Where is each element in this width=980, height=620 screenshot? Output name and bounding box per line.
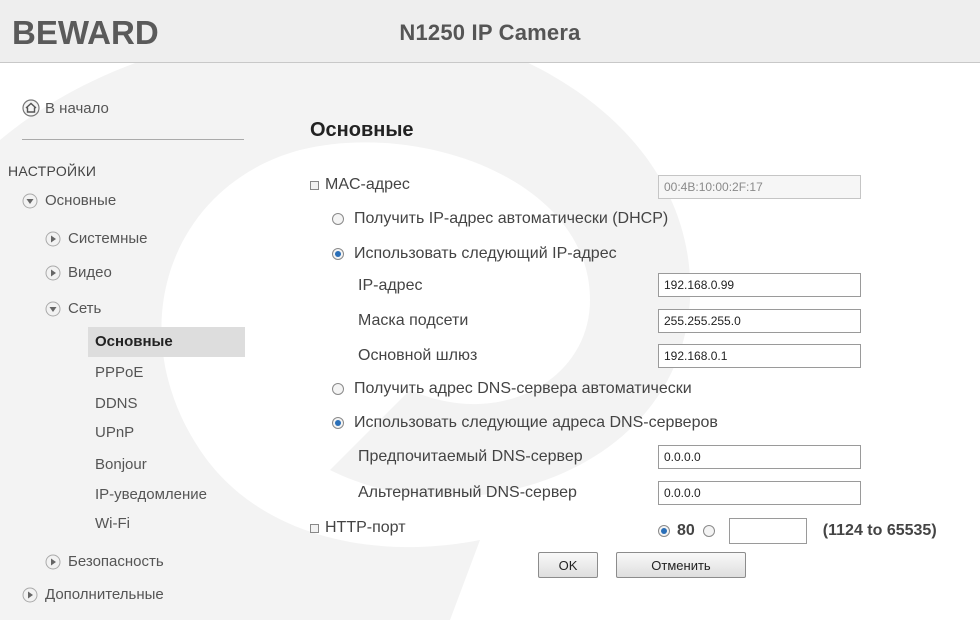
subnet-mask-label: Маска подсети	[358, 312, 469, 329]
http-port-default-radio[interactable]	[658, 525, 670, 537]
http-port-label: HTTP-порт	[325, 519, 406, 536]
dns-manual-label: Использовать следующие адреса DNS-сервер…	[354, 414, 718, 431]
sidebar-subitem-bonjour[interactable]: Bonjour	[88, 450, 245, 480]
cancel-button[interactable]: Отменить	[616, 552, 746, 578]
sidebar-item-system[interactable]: Системные	[45, 230, 147, 247]
gateway-field[interactable]	[658, 344, 861, 368]
sidebar-section-title: НАСТРОЙКИ	[8, 163, 97, 179]
sidebar-subitem-pppoe[interactable]: PPPoE	[88, 358, 245, 388]
square-bullet-icon	[310, 523, 319, 533]
static-ip-radio[interactable]	[332, 248, 344, 260]
home-label: В начало	[45, 99, 109, 117]
dns1-label: Предпочитаемый DNS-сервер	[358, 448, 583, 465]
dns-manual-radio-option[interactable]: Использовать следующие адреса DNS-сервер…	[332, 414, 718, 432]
mac-address-field	[658, 175, 861, 199]
sidebar-item-system-label: Системные	[68, 230, 148, 247]
dns-auto-radio[interactable]	[332, 383, 344, 395]
chevron-down-icon	[45, 301, 61, 316]
dhcp-label: Получить IP-адрес автоматически (DHCP)	[354, 210, 669, 227]
sidebar-group-basic[interactable]: Основные	[22, 192, 116, 209]
chevron-right-icon	[45, 231, 61, 246]
header-bar: BEWARD N1250 IP Camera	[0, 0, 980, 63]
sidebar-subitem-ddns[interactable]: DDNS	[88, 389, 245, 419]
dns-manual-radio[interactable]	[332, 417, 344, 429]
ip-address-label: IP-адрес	[358, 277, 423, 294]
main-panel: Основные MAC-адрес Получить IP-адрес авт…	[250, 64, 980, 620]
chevron-down-icon	[22, 193, 38, 208]
dns2-field[interactable]	[658, 481, 861, 505]
ok-button[interactable]: OK	[538, 552, 598, 578]
dns1-field[interactable]	[658, 445, 861, 469]
mac-label: MAC-адрес	[325, 176, 410, 193]
dns-auto-label: Получить адрес DNS-сервера автоматически	[354, 380, 692, 397]
http-port-label-row: HTTP-порт	[310, 519, 406, 537]
chevron-right-icon	[45, 265, 61, 280]
sidebar-item-network[interactable]: Сеть	[45, 300, 101, 317]
dhcp-radio[interactable]	[332, 213, 344, 225]
subnet-mask-field[interactable]	[658, 309, 861, 333]
ip-address-field[interactable]	[658, 273, 861, 297]
http-port-default-value: 80	[677, 522, 695, 539]
static-ip-label: Использовать следующий IP-адрес	[354, 245, 617, 262]
http-port-custom-radio[interactable]	[702, 525, 715, 537]
sidebar-subitem-wifi[interactable]: Wi-Fi	[88, 509, 245, 539]
chevron-right-icon	[45, 554, 61, 569]
sidebar-divider	[22, 139, 244, 140]
static-ip-radio-option[interactable]: Использовать следующий IP-адрес	[332, 245, 617, 263]
sidebar-item-video-label: Видео	[68, 264, 112, 281]
sidebar-subitem-upnp[interactable]: UPnP	[88, 418, 245, 448]
home-icon	[22, 99, 40, 117]
dhcp-radio-option[interactable]: Получить IP-адрес автоматически (DHCP)	[332, 210, 668, 228]
sidebar: В начало НАСТРОЙКИ Основные Системные Ви…	[0, 64, 250, 620]
dns2-label: Альтернативный DNS-сервер	[358, 484, 577, 501]
chevron-right-icon	[22, 587, 38, 602]
square-bullet-icon	[310, 180, 319, 190]
http-port-group: 80 (1124 to 65535)	[658, 518, 937, 544]
sidebar-item-security-label: Безопасность	[68, 553, 164, 570]
page-title: Основные	[310, 119, 414, 141]
app-title: N1250 IP Camera	[399, 20, 581, 45]
sidebar-subitem-basic[interactable]: Основные	[88, 327, 245, 357]
home-link[interactable]: В начало	[22, 99, 109, 117]
sidebar-group-advanced-label: Дополнительные	[45, 586, 164, 603]
mac-label-row: MAC-адрес	[310, 176, 410, 194]
http-port-range: (1124 to 65535)	[822, 522, 937, 539]
sidebar-item-network-label: Сеть	[68, 300, 102, 317]
dns-auto-radio-option[interactable]: Получить адрес DNS-сервера автоматически	[332, 380, 692, 398]
http-port-custom-field[interactable]	[728, 518, 807, 544]
sidebar-item-video[interactable]: Видео	[45, 264, 112, 281]
sidebar-subitem-ip-notification[interactable]: IP-уведомление	[88, 480, 245, 510]
sidebar-item-security[interactable]: Безопасность	[45, 553, 164, 570]
sidebar-group-advanced[interactable]: Дополнительные	[22, 586, 164, 603]
gateway-label: Основной шлюз	[358, 347, 478, 364]
sidebar-group-basic-label: Основные	[45, 192, 117, 209]
